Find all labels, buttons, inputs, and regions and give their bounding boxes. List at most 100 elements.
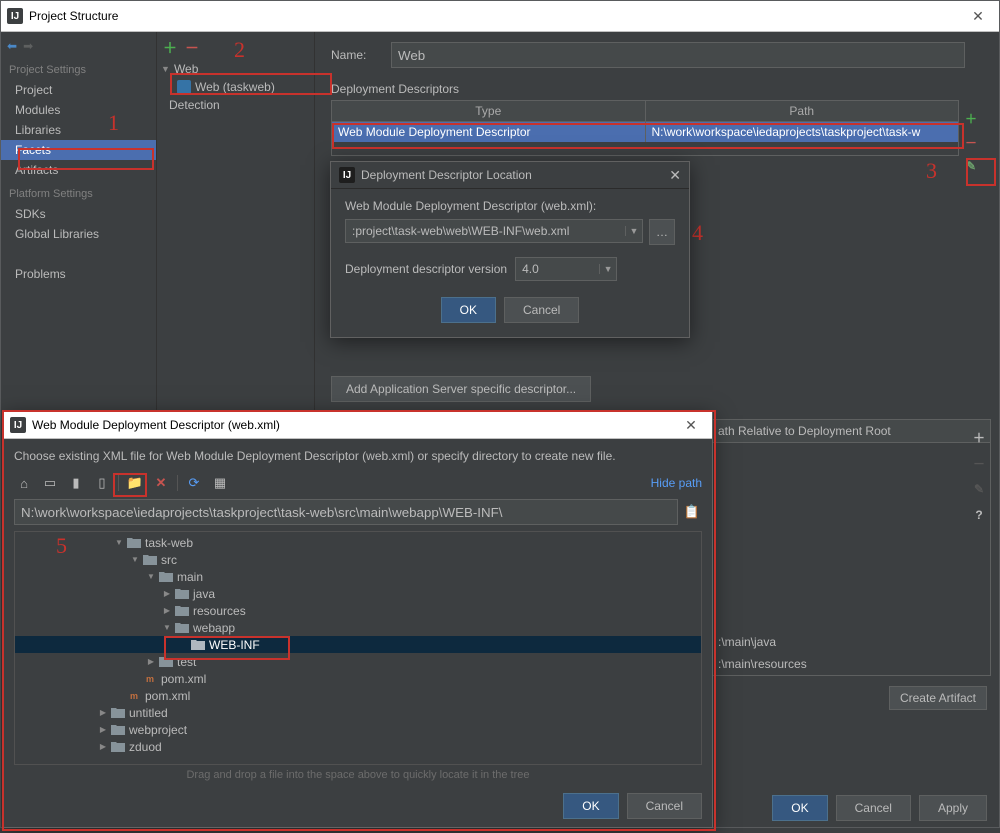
add-appserver-descriptor-button[interactable]: Add Application Server specific descript… — [331, 376, 591, 402]
ddl-ok-button[interactable]: OK — [441, 297, 496, 323]
intellij-icon: IJ — [7, 8, 23, 24]
chooser-ok-button[interactable]: OK — [563, 793, 618, 819]
desktop-icon[interactable]: ▭ — [40, 473, 60, 493]
nav-forward-icon[interactable]: ➡ — [23, 39, 33, 53]
descriptor-row-selected[interactable]: Web Module Deployment Descriptor N:\work… — [332, 122, 958, 142]
home-icon[interactable]: ⌂ — [14, 473, 34, 493]
tree-task-web: ▼task-web — [15, 534, 701, 551]
intellij-icon: IJ — [339, 167, 355, 183]
close-icon[interactable]: ✕ — [676, 417, 706, 434]
tree-src: ▼src — [15, 551, 701, 568]
facet-web-taskweb[interactable]: Web (taskweb) — [175, 78, 314, 96]
tree-main: ▼main — [15, 568, 701, 585]
apply-button[interactable]: Apply — [919, 795, 987, 821]
help-source-root-icon[interactable]: ? — [969, 505, 989, 525]
edit-descriptor-icon[interactable]: ✎ — [961, 156, 981, 176]
chooser-title: Web Module Deployment Descriptor (web.xm… — [32, 418, 676, 432]
ddl-version-value: 4.0 — [516, 262, 599, 276]
name-label: Name: — [331, 48, 381, 62]
sidebar-item-project[interactable]: Project — [1, 80, 156, 100]
sidebar-item-sdks[interactable]: SDKs — [1, 204, 156, 224]
ddl-path-select[interactable]: :project\task-web\web\WEB-INF\web.xml ▼ — [345, 219, 643, 243]
sidebar-item-global-libraries[interactable]: Global Libraries — [1, 224, 156, 244]
source-roots-fragment: ath Relative to Deployment Root :\main\j… — [711, 419, 991, 741]
window-title: Project Structure — [29, 9, 963, 23]
dialog-bottom-buttons: OK Cancel Apply — [772, 795, 987, 821]
maven-icon: m — [127, 689, 141, 703]
nav-back-icon[interactable]: ⬅ — [7, 39, 17, 53]
deployment-descriptor-location-dialog[interactable]: IJ Deployment Descriptor Location ✕ Web … — [330, 161, 690, 338]
chooser-toolbar: ⌂ ▭ ▮ ▯ 📁 ✕ ⟳ ▦ Hide path — [14, 471, 702, 495]
project-icon[interactable]: ▮ — [66, 473, 86, 493]
ddl-path-value: :project\task-web\web\WEB-INF\web.xml — [346, 224, 625, 238]
tree-pom1: mpom.xml — [15, 670, 701, 687]
tree-test: ▶test — [15, 653, 701, 670]
tree-pom2: mpom.xml — [15, 687, 701, 704]
name-field[interactable] — [391, 42, 965, 68]
chooser-hint: Drag and drop a file into the space abov… — [14, 765, 702, 785]
facet-detection[interactable]: Detection — [167, 96, 314, 114]
project-settings-header: Project Settings — [1, 56, 156, 80]
file-chooser-dialog[interactable]: IJ Web Module Deployment Descriptor (web… — [3, 411, 713, 828]
sidebar-item-modules[interactable]: Modules — [1, 100, 156, 120]
chooser-cancel-button[interactable]: Cancel — [627, 793, 702, 819]
create-artifact-button[interactable]: Create Artifact — [889, 686, 987, 710]
col-type: Type — [332, 101, 646, 121]
src-resources-row[interactable]: :\main\resources — [712, 653, 990, 675]
remove-source-root-icon: － — [969, 453, 989, 473]
sidebar-item-problems[interactable]: Problems — [1, 264, 156, 284]
intellij-icon: IJ — [10, 417, 26, 433]
source-root-header: ath Relative to Deployment Root — [711, 419, 991, 443]
facet-root[interactable]: ▼ Web — [159, 60, 314, 78]
facet-web-label: Web (taskweb) — [195, 80, 275, 94]
ddl-path-label: Web Module Deployment Descriptor (web.xm… — [345, 199, 675, 213]
add-facet-icon[interactable]: ＋ — [163, 38, 177, 58]
remove-facet-icon[interactable]: － — [185, 38, 199, 58]
module-icon[interactable]: ▯ — [92, 473, 112, 493]
row-type-cell: Web Module Deployment Descriptor — [332, 122, 646, 142]
new-folder-icon[interactable]: 📁 — [125, 473, 145, 493]
chooser-path-field[interactable] — [14, 499, 678, 525]
sidebar-item-libraries[interactable]: Libraries — [1, 120, 156, 140]
detection-label: Detection — [169, 98, 220, 112]
delete-icon[interactable]: ✕ — [151, 473, 171, 493]
descriptors-table[interactable]: Type Path Web Module Deployment Descript… — [331, 100, 959, 156]
expand-icon[interactable]: ▼ — [161, 64, 170, 74]
remove-descriptor-icon[interactable]: － — [961, 132, 981, 152]
tree-webinf-selected: WEB-INF — [15, 636, 702, 653]
tree-zduod: ▶zduod — [15, 738, 701, 755]
col-path: Path — [646, 101, 959, 121]
ddl-cancel-button[interactable]: Cancel — [504, 297, 579, 323]
show-hidden-icon[interactable]: ▦ — [210, 473, 230, 493]
ddl-version-select[interactable]: 4.0 ▼ — [515, 257, 617, 281]
tree-webapp: ▼webapp — [15, 619, 701, 636]
facet-root-label: Web — [174, 62, 198, 76]
close-icon[interactable]: ✕ — [963, 8, 993, 25]
web-icon — [177, 80, 191, 94]
chevron-down-icon[interactable]: ▼ — [599, 264, 616, 274]
maven-icon: m — [143, 672, 157, 686]
row-path-cell: N:\work\workspace\iedaprojects\taskproje… — [646, 122, 959, 142]
titlebar[interactable]: IJ Project Structure ✕ — [1, 1, 999, 32]
add-descriptor-icon[interactable]: ＋ — [961, 108, 981, 128]
ok-button[interactable]: OK — [772, 795, 827, 821]
hide-path-link[interactable]: Hide path — [651, 476, 702, 490]
ddl-version-label: Deployment descriptor version — [345, 262, 507, 276]
ddl-dialog-title: Deployment Descriptor Location — [361, 168, 532, 182]
platform-settings-header: Platform Settings — [1, 180, 156, 204]
src-java-row[interactable]: :\main\java — [712, 631, 990, 653]
refresh-icon[interactable]: ⟳ — [184, 473, 204, 493]
close-icon[interactable]: ✕ — [669, 167, 681, 184]
edit-source-root-icon: ✎ — [969, 479, 989, 499]
history-icon[interactable]: 📋 — [682, 502, 702, 522]
chevron-down-icon[interactable]: ▼ — [625, 226, 642, 236]
chooser-tree[interactable]: ▼task-web ▼src ▼main ▶java ▶resources ▼w… — [14, 531, 702, 765]
source-root-row — [712, 443, 990, 451]
sidebar-item-facets[interactable]: Facets — [1, 140, 156, 160]
add-source-root-icon[interactable]: ＋ — [969, 427, 989, 447]
tree-untitled: ▶untitled — [15, 704, 701, 721]
browse-button[interactable]: … — [649, 219, 675, 245]
tree-java: ▶java — [15, 585, 701, 602]
cancel-button[interactable]: Cancel — [836, 795, 911, 821]
sidebar-item-artifacts[interactable]: Artifacts — [1, 160, 156, 180]
